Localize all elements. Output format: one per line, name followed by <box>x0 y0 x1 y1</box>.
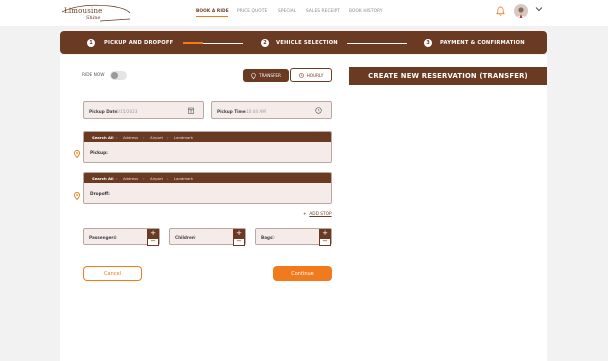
add-stop-link[interactable]: + ADD STOP <box>303 212 332 217</box>
step-1-label: PICKUP AND DROPOFF <box>104 40 174 46</box>
nav-book-history[interactable]: BOOK HISTORY <box>349 9 383 14</box>
dropoff-search-tabs: Search All › Address › Airport › Landmar… <box>84 173 331 183</box>
clock-icon[interactable] <box>315 107 322 114</box>
pickup-time-label: Pickup Time <box>217 109 246 114</box>
progress-stepper: 1 PICKUP AND DROPOFF 2 VEHICLE SELECTION… <box>60 31 547 54</box>
dropoff-pin-icon <box>74 192 80 200</box>
nav-sales-receipt[interactable]: SALES RECEIPT <box>306 9 340 14</box>
tab-separator: › <box>143 135 145 140</box>
add-stop-label: ADD STOP <box>309 212 332 217</box>
step-3-label: PAYMENT & CONFIRMATION <box>440 40 525 46</box>
ride-now-toggle[interactable] <box>110 71 127 80</box>
pickup-date-value[interactable]: 6/15/2023 <box>116 109 137 114</box>
nav-book-a-ride[interactable]: BOOK A RIDE <box>196 9 229 14</box>
nav-special[interactable]: SPECIAL <box>278 9 296 14</box>
dropoff-tab-airport[interactable]: Airport <box>150 176 163 181</box>
passengers-minus-button[interactable]: − <box>147 238 159 246</box>
pickup-tab-landmark[interactable]: Landmark <box>174 135 193 140</box>
tab-separator: › <box>143 176 145 181</box>
bell-icon[interactable] <box>496 6 505 16</box>
pickup-date-label: Pickup Date <box>89 109 118 114</box>
tab-separator: › <box>116 176 118 181</box>
step-1-progress-line <box>183 42 203 44</box>
step-1-number: 1 <box>87 39 95 47</box>
passengers-label: Passengers <box>89 235 116 240</box>
calendar-icon[interactable] <box>188 107 194 114</box>
tab-separator: › <box>116 135 118 140</box>
logo[interactable]: Limousine Shine <box>60 3 132 23</box>
chevron-down-icon[interactable] <box>535 6 543 12</box>
pickup-tab-airport[interactable]: Airport <box>150 135 163 140</box>
transfer-button-label: TRANSFER <box>259 73 281 78</box>
clock-icon <box>298 72 304 78</box>
pickup-time-field[interactable]: Pickup Time 10:44 AM <box>211 101 332 119</box>
children-value[interactable]: 0 <box>193 235 196 240</box>
tab-separator: › <box>167 135 169 140</box>
avatar-person-icon <box>516 7 526 18</box>
pickup-tab-address[interactable]: Address <box>123 135 138 140</box>
nav-price-quote[interactable]: PRICE QUOTE <box>237 9 267 14</box>
children-label: Children <box>175 235 195 240</box>
step-1-line <box>203 43 243 44</box>
pickup-input-label[interactable]: Pickup: <box>90 151 108 156</box>
transfer-button[interactable]: TRANSFER <box>243 69 289 82</box>
pickup-search-tabs: Search All › Address › Airport › Landmar… <box>84 132 331 142</box>
pickup-tab-search-all[interactable]: Search All <box>92 135 114 140</box>
add-stop-plus-icon: + <box>303 212 307 217</box>
toggle-knob <box>111 72 118 79</box>
bags-value[interactable]: 0 <box>272 235 275 240</box>
top-header: Limousine Shine BOOK A RIDE PRICE QUOTE … <box>0 0 608 26</box>
hourly-button[interactable]: HOURLY <box>290 68 332 82</box>
reservation-summary-title: CREATE NEW RESERVATION (TRANSFER) <box>349 67 547 85</box>
pickup-pin-icon <box>74 150 80 158</box>
bags-minus-button[interactable]: − <box>319 238 331 246</box>
children-minus-button[interactable]: − <box>233 238 245 246</box>
cancel-button[interactable]: Cancel <box>83 266 142 281</box>
dropoff-input-label[interactable]: Dropoff: <box>90 192 110 197</box>
pickup-time-value[interactable]: 10:44 AM <box>246 109 266 114</box>
pickup-date-field[interactable]: Pickup Date 6/15/2023 <box>83 101 204 119</box>
pickup-location-box[interactable]: Search All › Address › Airport › Landmar… <box>83 131 332 163</box>
passengers-counter: Passengers 0 + − <box>83 228 160 246</box>
continue-button[interactable]: Continue <box>273 266 332 281</box>
passengers-value[interactable]: 0 <box>114 235 117 240</box>
logo-text: Limousine <box>64 7 103 15</box>
logo-subtext: Shine <box>86 15 101 21</box>
dropoff-tab-address[interactable]: Address <box>123 176 138 181</box>
hourly-button-label: HOURLY <box>306 72 324 78</box>
children-counter: Children 0 + − <box>169 228 246 246</box>
bags-label: Bags <box>261 235 273 240</box>
step-3-number: 3 <box>424 39 432 47</box>
nav-active-underline <box>196 16 228 17</box>
bags-counter: Bags 0 + − <box>255 228 332 246</box>
dropoff-tab-search-all[interactable]: Search All <box>92 176 114 181</box>
dropoff-location-box[interactable]: Search All › Address › Airport › Landmar… <box>83 172 332 204</box>
location-pin-icon <box>251 72 256 79</box>
tab-separator: › <box>167 176 169 181</box>
step-2-number: 2 <box>261 39 269 47</box>
user-avatar[interactable] <box>514 4 528 18</box>
ride-now-label: RIDE NOW <box>82 73 105 78</box>
dropoff-tab-landmark[interactable]: Landmark <box>174 176 193 181</box>
step-2-line <box>347 43 407 44</box>
step-2-label: VEHICLE SELECTION <box>276 40 338 46</box>
